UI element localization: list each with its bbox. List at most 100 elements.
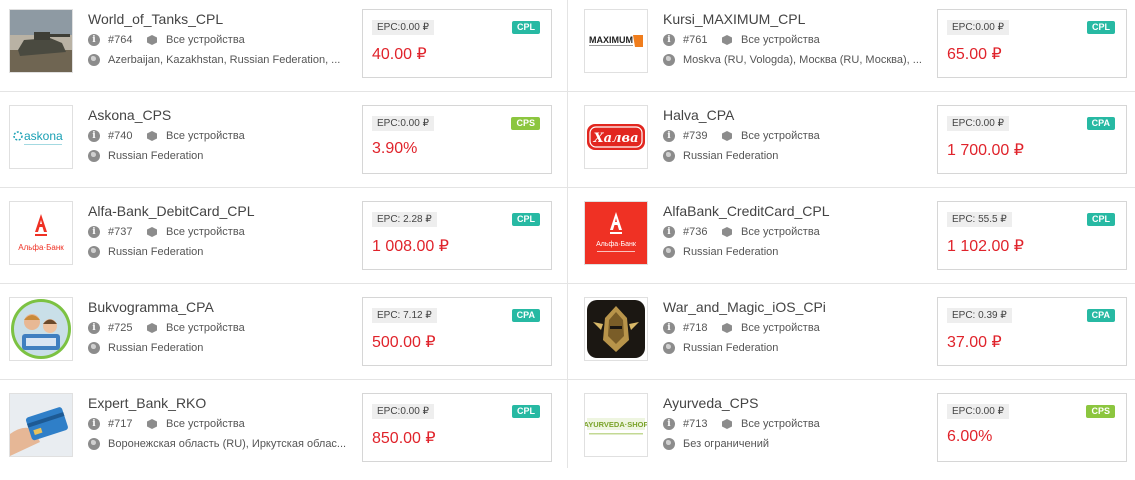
offer-title[interactable]: AlfaBank_CreditCard_CPL <box>663 203 830 219</box>
offer-id: #736 <box>683 226 708 238</box>
offer-geo: Воронежская область (RU), Иркутская обла… <box>108 438 347 450</box>
logo-text: AYURVEDA·SHOP <box>585 420 647 429</box>
askona-logo-icon: askona <box>10 106 72 168</box>
info-icon <box>88 322 100 334</box>
offer-meta: #739 Все устройства <box>663 130 820 142</box>
offer-card: War_and_Magic_iOS_CPi #718 Все устройств… <box>575 288 1135 384</box>
device-icon <box>146 130 158 142</box>
price-box: EPC:0.00 ₽ CPS 3.90% <box>362 105 552 174</box>
epc-label: EPC: 55.5 ₽ <box>947 212 1012 227</box>
epc-label: EPC: 0.39 ₽ <box>947 308 1012 323</box>
globe-icon <box>88 438 100 450</box>
type-badge: CPS <box>1086 405 1115 418</box>
offer-title[interactable]: War_and_Magic_iOS_CPi <box>663 299 826 315</box>
offer-meta: #761 Все устройства <box>663 34 820 46</box>
device-icon <box>146 226 158 238</box>
offer-card: askona Askona_CPS #740 Все устройства Ru… <box>0 96 567 192</box>
logo-text: askona <box>24 129 63 143</box>
offer-id: #740 <box>108 130 133 142</box>
offer-logo[interactable]: Альфа·Банк <box>9 201 73 265</box>
offer-logo[interactable]: Альфа·Банк <box>584 201 648 265</box>
offer-id: #739 <box>683 130 708 142</box>
offer-title[interactable]: Alfa-Bank_DebitCard_CPL <box>88 203 255 219</box>
globe-icon <box>663 54 675 66</box>
offer-meta: #740 Все устройства <box>88 130 245 142</box>
offers-grid: World_of_Tanks_CPL #764 Все устройства A… <box>0 0 1135 468</box>
offer-card: AYURVEDA·SHOP Ayurveda_CPS #713 Все устр… <box>575 384 1135 480</box>
type-badge: CPL <box>512 405 540 418</box>
halva-logo-icon: Халва <box>585 106 647 168</box>
offer-logo[interactable]: MAXIMUM <box>584 9 648 73</box>
offer-devices: Все устройства <box>166 130 245 142</box>
info-icon <box>663 322 675 334</box>
offer-logo[interactable]: askona <box>9 105 73 169</box>
price-box: EPC: 7.12 ₽ CPA 500.00 ₽ <box>362 297 552 366</box>
offer-geo: Russian Federation <box>108 246 204 258</box>
logo-text: MAXIMUM <box>589 35 633 45</box>
device-icon <box>721 418 733 430</box>
offer-geo: Без ограничений <box>683 438 769 450</box>
offer-logo[interactable] <box>9 297 73 361</box>
children-photo-logo-icon <box>10 298 72 360</box>
offer-geo-row: Russian Federation <box>88 342 350 354</box>
globe-icon <box>663 150 675 162</box>
offer-logo[interactable]: Халва <box>584 105 648 169</box>
offer-card: Expert_Bank_RKO #717 Все устройства Воро… <box>0 384 567 480</box>
offer-devices: Все устройства <box>166 322 245 334</box>
offer-title[interactable]: Kursi_MAXIMUM_CPL <box>663 11 805 27</box>
payout-value: 37.00 ₽ <box>947 334 1002 351</box>
payout-value: 65.00 ₽ <box>947 46 1002 63</box>
offer-logo[interactable] <box>9 393 73 457</box>
offer-title[interactable]: Bukvogramma_CPA <box>88 299 214 315</box>
offer-geo-row: Azerbaijan, Kazakhstan, Russian Federati… <box>88 54 350 66</box>
type-badge: CPL <box>1087 213 1115 226</box>
type-badge: CPL <box>1087 21 1115 34</box>
offer-card: World_of_Tanks_CPL #764 Все устройства A… <box>0 0 567 96</box>
offer-geo: Moskva (RU, Vologda), Москва (RU, Москва… <box>683 54 922 66</box>
alfa-bank-red-logo-icon: Альфа·Банк <box>585 202 647 264</box>
payout-value: 500.00 ₽ <box>372 334 436 351</box>
offer-logo[interactable]: AYURVEDA·SHOP <box>584 393 648 457</box>
epc-label: EPC:0.00 ₽ <box>372 404 434 419</box>
offer-meta: #725 Все устройства <box>88 322 245 334</box>
offer-title[interactable]: Askona_CPS <box>88 107 171 123</box>
info-icon <box>663 34 675 46</box>
type-badge: CPL <box>512 21 540 34</box>
type-badge: CPA <box>1086 309 1115 322</box>
device-icon <box>721 226 733 238</box>
helmet-logo-icon <box>585 298 647 360</box>
info-icon <box>88 418 100 430</box>
offer-meta: #764 Все устройства <box>88 34 245 46</box>
device-icon <box>146 418 158 430</box>
info-icon <box>663 226 675 238</box>
offer-title[interactable]: Expert_Bank_RKO <box>88 395 206 411</box>
offer-id: #725 <box>108 322 133 334</box>
offer-title[interactable]: Halva_CPA <box>663 107 734 123</box>
type-badge: CPA <box>1086 117 1115 130</box>
offer-meta: #717 Все устройства <box>88 418 245 430</box>
type-badge: CPA <box>511 309 540 322</box>
device-icon <box>721 322 733 334</box>
globe-icon <box>88 342 100 354</box>
payout-value: 850.00 ₽ <box>372 430 436 447</box>
offer-logo[interactable] <box>9 9 73 73</box>
logo-text: Альфа·Банк <box>596 241 637 248</box>
info-icon <box>88 34 100 46</box>
offer-title[interactable]: Ayurveda_CPS <box>663 395 758 411</box>
logo-text: Альфа·Банк <box>18 243 64 252</box>
offer-meta: #737 Все устройства <box>88 226 245 238</box>
payout-value: 1 102.00 ₽ <box>947 238 1024 255</box>
payout-value: 1 008.00 ₽ <box>372 238 449 255</box>
epc-label: EPC:0.00 ₽ <box>372 116 434 131</box>
device-icon <box>146 34 158 46</box>
payout-value: 1 700.00 ₽ <box>947 142 1024 159</box>
offer-geo: Russian Federation <box>683 150 779 162</box>
offer-meta: #736 Все устройства <box>663 226 820 238</box>
offer-devices: Все устройства <box>741 418 820 430</box>
offer-title[interactable]: World_of_Tanks_CPL <box>88 11 223 27</box>
payout-value: 6.00% <box>947 428 993 445</box>
price-box: EPC: 55.5 ₽ CPL 1 102.00 ₽ <box>937 201 1127 270</box>
offer-logo[interactable] <box>584 297 648 361</box>
globe-icon <box>663 246 675 258</box>
epc-label: EPC: 2.28 ₽ <box>372 212 437 227</box>
